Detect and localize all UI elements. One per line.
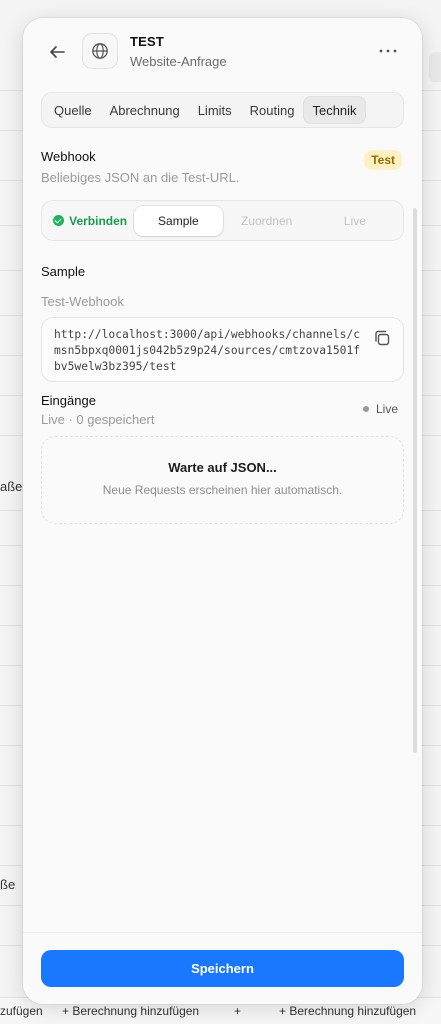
tab-bar: Quelle Abrechnung Limits Routing Technik (41, 92, 404, 128)
step-sample[interactable]: Sample (134, 205, 223, 236)
tab-abrechnung[interactable]: Abrechnung (101, 96, 189, 124)
webhook-url[interactable]: http://localhost:3000/api/webhooks/chann… (54, 327, 361, 375)
step-zuordnen[interactable]: Zuordnen (223, 206, 311, 236)
step-label: Sample (158, 213, 199, 228)
bg-add-calc-link[interactable]: + Berechnung hinzufügen (279, 1004, 416, 1018)
scrollbar[interactable] (413, 208, 417, 753)
empty-title: Warte auf JSON... (168, 460, 277, 475)
more-horizontal-icon (379, 49, 397, 53)
panel-header: TEST Website-Anfrage (23, 18, 422, 88)
app-avatar (82, 33, 118, 69)
webhook-panel: TEST Website-Anfrage Quelle Abrechnung L… (23, 18, 422, 1004)
webhook-url-field[interactable]: http://localhost:3000/api/webhooks/chann… (41, 317, 404, 382)
panel-content: Quelle Abrechnung Limits Routing Technik… (23, 88, 422, 932)
panel-title: TEST (130, 34, 165, 49)
panel-footer: Speichern (23, 932, 422, 1004)
tab-routing[interactable]: Routing (241, 96, 304, 124)
live-status: Live (362, 402, 398, 416)
step-label: Verbinden (69, 213, 128, 228)
bg-add-calc-link[interactable]: + Berechnung hinzufügen (62, 1004, 199, 1018)
step-verbinden[interactable]: Verbinden (46, 206, 134, 236)
tab-quelle[interactable]: Quelle (45, 96, 101, 124)
bg-side-element (429, 52, 441, 82)
copy-url-button[interactable] (373, 329, 391, 347)
more-options-button[interactable] (376, 42, 400, 60)
panel-subtitle: Website-Anfrage (130, 54, 227, 69)
step-live[interactable]: Live (311, 206, 399, 236)
empty-description: Neue Requests erscheinen hier automatisc… (102, 483, 343, 497)
live-label: Live (375, 402, 398, 416)
bg-plus-button[interactable]: + (234, 1004, 241, 1018)
bg-cell-text: ße (0, 877, 16, 892)
webhook-description: Beliebiges JSON an die Test-URL. (41, 170, 240, 185)
bg-cell-text: aße (0, 479, 23, 494)
inbox-status: Live · 0 gespeichert (41, 412, 155, 427)
sample-title: Sample (41, 264, 86, 279)
step-label: Zuordnen (240, 213, 293, 228)
check-circle-icon (53, 215, 65, 226)
empty-state: Warte auf JSON... Neue Requests erschein… (41, 436, 404, 524)
copy-icon (375, 330, 390, 346)
save-button[interactable]: Speichern (41, 950, 404, 987)
status-dot-icon (362, 406, 369, 412)
tab-technik[interactable]: Technik (303, 96, 366, 124)
test-badge: Test (364, 150, 402, 170)
setup-stepper: Verbinden Sample Zuordnen Live (41, 200, 404, 241)
tab-limits[interactable]: Limits (189, 96, 241, 124)
arrow-left-icon (50, 46, 65, 58)
inbox-title: Eingänge (41, 393, 96, 408)
bg-add-calc-link[interactable]: zufügen (0, 1004, 43, 1018)
test-webhook-label: Test-Webhook (41, 294, 124, 309)
globe-icon (92, 43, 108, 59)
back-button[interactable] (45, 40, 69, 64)
webhook-title: Webhook (41, 149, 96, 164)
step-label: Live (343, 213, 366, 228)
